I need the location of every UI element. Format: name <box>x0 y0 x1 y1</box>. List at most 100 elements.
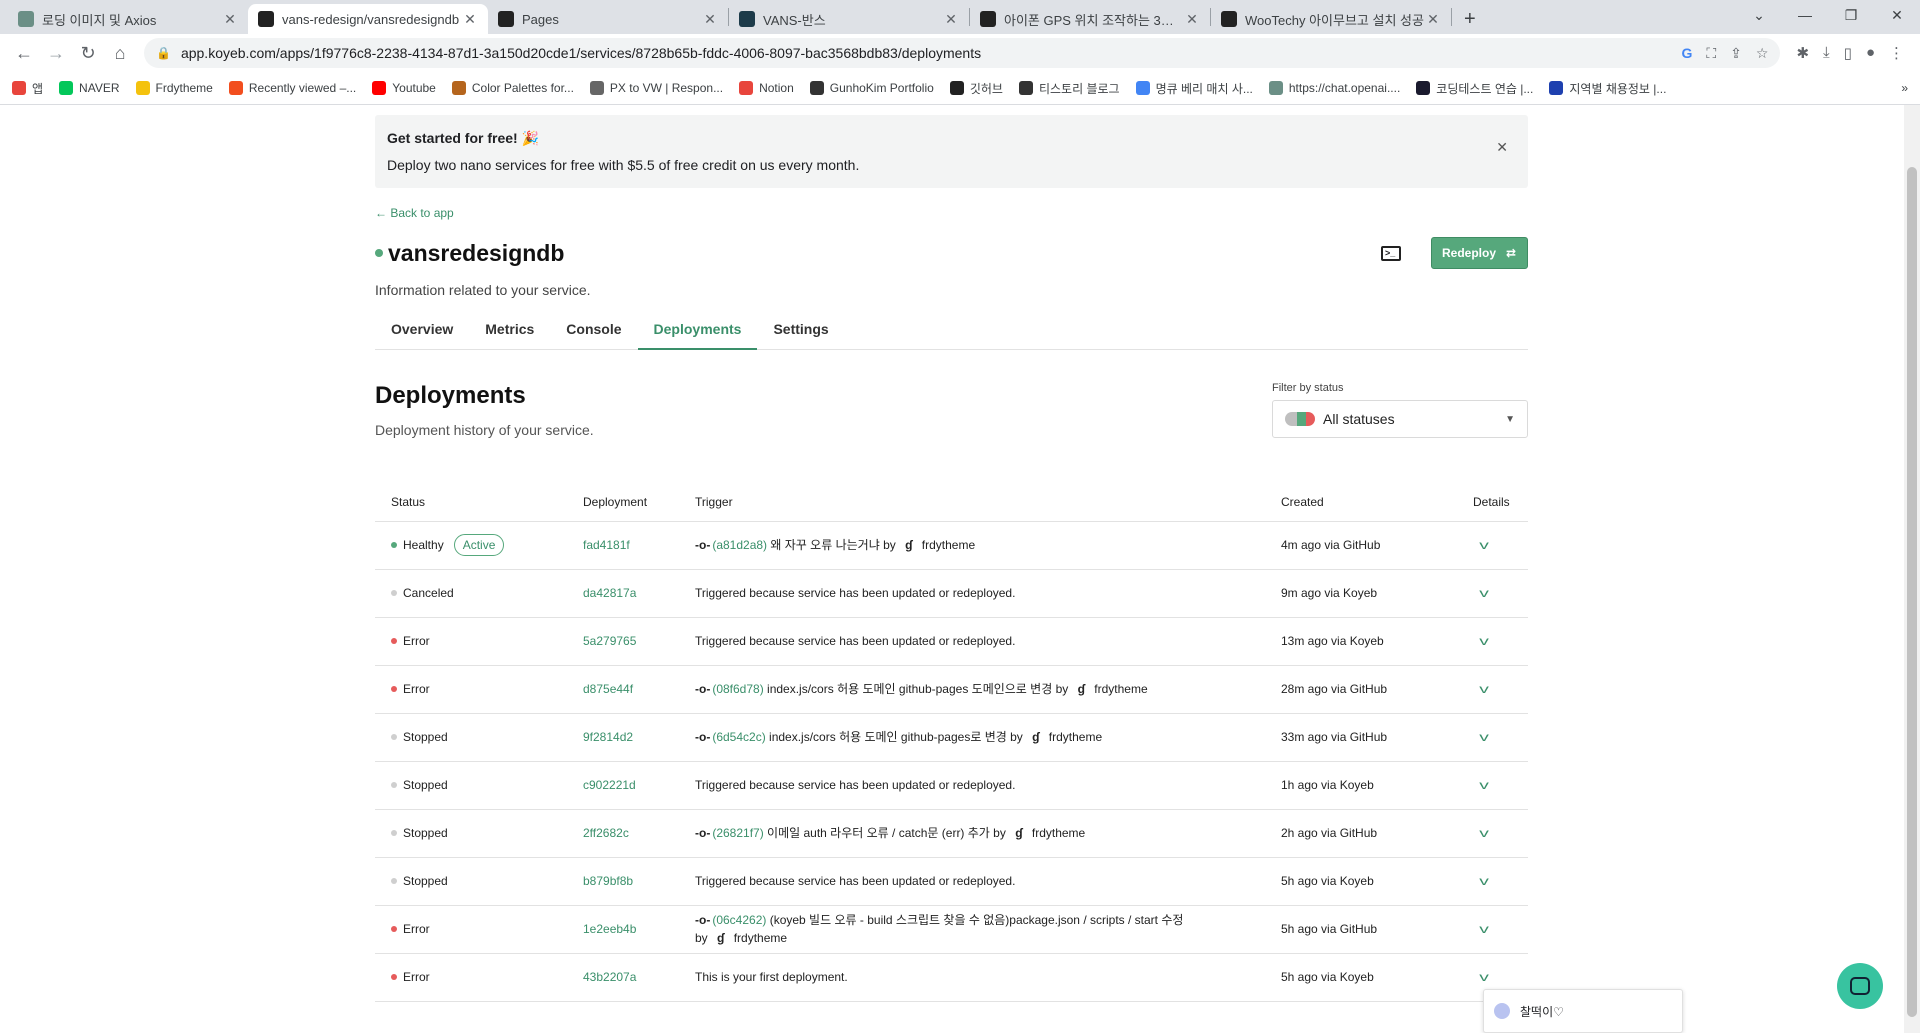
bookmark-item[interactable]: Frdytheme <box>135 81 213 95</box>
bookmark-item[interactable]: 깃허브 <box>949 80 1003 97</box>
browser-tab[interactable]: 로딩 이미지 및 Axios ✕ <box>8 4 248 34</box>
close-tab-icon[interactable]: ✕ <box>462 11 478 28</box>
table-row[interactable]: Stopped 9f2814d2 -o- (6d54c2c) index.js/c… <box>375 713 1528 762</box>
tab-metrics[interactable]: Metrics <box>469 318 550 350</box>
browser-tab[interactable]: WooTechy 아이무브고 설치 성공 ✕ <box>1211 4 1451 34</box>
menu-icon[interactable]: ⋮ <box>1889 44 1904 62</box>
close-tab-icon[interactable]: ✕ <box>222 11 238 28</box>
translate-icon[interactable]: ⛶ <box>1706 45 1716 62</box>
tab-deployments[interactable]: Deployments <box>637 318 758 350</box>
table-row[interactable]: Stopped b879bf8b Triggered because servi… <box>375 857 1528 906</box>
deployment-id-link[interactable]: 43b2207a <box>583 970 636 984</box>
share-icon[interactable]: ⇪ <box>1730 45 1742 62</box>
chevron-down-icon[interactable]: v <box>1479 730 1489 744</box>
deployment-id-link[interactable]: 9f2814d2 <box>583 730 633 744</box>
tab-overview[interactable]: Overview <box>375 318 469 350</box>
bookmark-item[interactable]: Youtube <box>372 81 436 95</box>
reload-icon[interactable]: ↻ <box>72 37 104 69</box>
terminal-icon[interactable]: >_ <box>1381 245 1401 261</box>
back-icon[interactable]: ← <box>8 37 40 69</box>
scrollbar[interactable] <box>1904 105 1920 1033</box>
col-created: Created <box>1265 483 1457 522</box>
browser-tab[interactable]: 아이폰 GPS 위치 조작하는 3가지 ✕ <box>970 4 1210 34</box>
scrollbar-thumb[interactable] <box>1907 167 1917 1017</box>
chat-launcher-button[interactable] <box>1837 963 1883 1009</box>
commit-link[interactable]: (a81d2a8) <box>712 538 767 552</box>
commit-link[interactable]: (08f6d78) <box>712 682 763 696</box>
deployment-id-link[interactable]: 5a279765 <box>583 634 636 648</box>
deployment-id-link[interactable]: da42817a <box>583 586 636 600</box>
tab-settings[interactable]: Settings <box>757 318 844 350</box>
chevron-down-icon[interactable]: v <box>1479 634 1489 648</box>
chevron-down-icon[interactable]: v <box>1479 874 1489 888</box>
sidepanel-icon[interactable]: ▯ <box>1844 44 1852 62</box>
chevron-down-icon[interactable]: v <box>1479 970 1489 984</box>
profile-avatar[interactable]: ● <box>1866 44 1875 62</box>
close-tab-icon[interactable]: ✕ <box>702 11 718 28</box>
chevron-down-icon[interactable]: v <box>1479 682 1489 696</box>
extensions-icon[interactable]: ✱ <box>1796 44 1809 62</box>
bookmark-item[interactable]: Recently viewed –... <box>228 81 356 95</box>
browser-tab[interactable]: Pages ✕ <box>488 4 728 34</box>
deployment-id-link[interactable]: c902221d <box>583 778 636 792</box>
table-row[interactable]: Error d875e44f -o- (08f6d78) index.js/cor… <box>375 665 1528 714</box>
tab-search-icon[interactable]: ⌄ <box>1736 0 1782 30</box>
redeploy-button[interactable]: Redeploy ⇄ <box>1431 237 1528 269</box>
tab-console[interactable]: Console <box>550 318 637 350</box>
bookmark-item[interactable]: https://chat.openai.... <box>1268 81 1400 95</box>
bookmark-star-icon[interactable]: ☆ <box>1756 45 1769 62</box>
address-bar[interactable]: 🔒 app.koyeb.com/apps/1f9776c8-2238-4134-… <box>144 38 1781 68</box>
bookmark-item[interactable]: 앱 <box>12 80 43 97</box>
bookmark-item[interactable]: NAVER <box>59 81 120 95</box>
deployment-id-link[interactable]: d875e44f <box>583 682 633 696</box>
deployment-id-link[interactable]: fad4181f <box>583 538 630 552</box>
restore-icon[interactable]: ❐ <box>1828 0 1874 30</box>
commit-link[interactable]: (26821f7) <box>712 826 763 840</box>
chevron-down-icon[interactable]: v <box>1479 586 1489 600</box>
table-row[interactable]: Error 43b2207a This is your first deploy… <box>375 953 1528 1002</box>
bookmark-item[interactable]: 명큐 베리 매치 사... <box>1135 80 1253 97</box>
home-icon[interactable]: ⌂ <box>104 37 136 69</box>
deployment-id-link[interactable]: 1e2eeb4b <box>583 922 636 936</box>
status-filter-select[interactable]: All statuses ▼ <box>1272 400 1528 438</box>
service-tabs: Overview Metrics Console Deployments Set… <box>375 318 1528 350</box>
close-tab-icon[interactable]: ✕ <box>943 11 959 28</box>
deployment-id-link[interactable]: b879bf8b <box>583 874 633 888</box>
new-tab-icon[interactable]: + <box>1452 4 1488 34</box>
commit-link[interactable]: (06c4262) <box>712 913 766 927</box>
window-close-icon[interactable]: ✕ <box>1874 0 1920 30</box>
bookmark-item[interactable]: GunhoKim Portfolio <box>809 81 934 95</box>
chat-notification[interactable]: 찰떡이♡ <box>1483 989 1683 1033</box>
chevron-down-icon[interactable]: v <box>1479 778 1489 792</box>
chevron-down-icon[interactable]: v <box>1479 538 1489 552</box>
close-tab-icon[interactable]: ✕ <box>1425 11 1441 28</box>
close-tab-icon[interactable]: ✕ <box>1184 11 1200 28</box>
browser-tab[interactable]: vans-redesign/vansredesigndb ✕ <box>248 4 488 34</box>
close-icon[interactable]: ✕ <box>1496 139 1508 156</box>
table-row[interactable]: Stopped c902221d Triggered because servi… <box>375 761 1528 810</box>
download-icon[interactable]: ⤓ <box>1823 44 1830 62</box>
chevron-down-icon[interactable]: v <box>1479 922 1489 936</box>
table-row[interactable]: Error 1e2eeb4b -o- (06c4262) (koyeb 빌드 오류… <box>375 905 1528 954</box>
table-row[interactable]: Error 5a279765 Triggered because service… <box>375 617 1528 666</box>
bookmark-item[interactable]: 코딩테스트 연습 |... <box>1416 80 1533 97</box>
google-icon[interactable]: G <box>1681 45 1692 62</box>
minimize-icon[interactable]: — <box>1782 0 1828 30</box>
deployment-id-link[interactable]: 2ff2682c <box>583 826 629 840</box>
commit-link[interactable]: (6d54c2c) <box>712 730 765 744</box>
bookmark-item[interactable]: 지역별 채용정보 |... <box>1549 80 1666 97</box>
back-to-app-link[interactable]: ← Back to app <box>375 206 1528 220</box>
bookmark-item[interactable]: PX to VW | Respon... <box>589 81 723 95</box>
more-bookmarks-icon[interactable]: » <box>1901 81 1908 95</box>
table-row[interactable]: Canceled da42817a Triggered because serv… <box>375 569 1528 618</box>
chevron-down-icon[interactable]: v <box>1479 826 1489 840</box>
table-row[interactable]: Healthy Active fad4181f -o- (a81d2a8) 왜 자꾸… <box>375 521 1528 570</box>
browser-tab[interactable]: VANS-반스 ✕ <box>729 4 969 34</box>
bookmark-item[interactable]: Notion <box>739 81 794 95</box>
bookmark-item[interactable]: Color Palettes for... <box>451 81 574 95</box>
table-row[interactable]: Stopped 2ff2682c -o- (26821f7) 이메일 auth 라… <box>375 809 1528 858</box>
bookmark-label: 코딩테스트 연습 |... <box>1436 81 1534 96</box>
koyeb-icon <box>258 11 274 27</box>
bookmark-item[interactable]: 티스토리 블로그 <box>1018 80 1120 97</box>
forward-icon[interactable]: → <box>40 37 72 69</box>
